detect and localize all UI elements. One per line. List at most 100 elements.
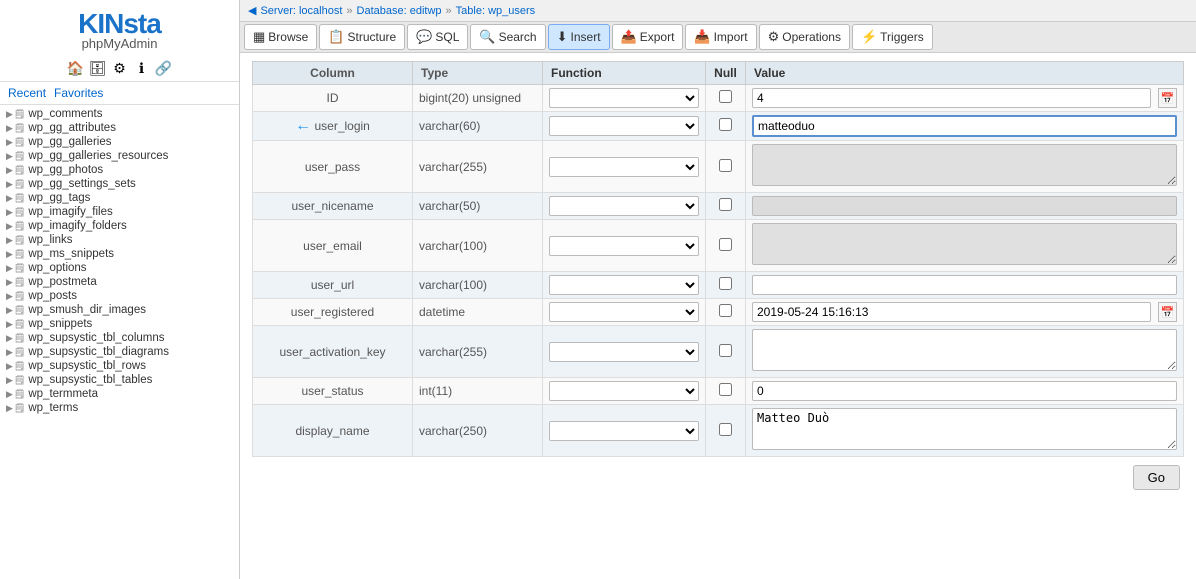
function-select[interactable] [549, 302, 699, 322]
export-button[interactable]: 📤 Export [612, 24, 684, 50]
cell-null[interactable] [706, 405, 746, 457]
null-checkbox[interactable] [719, 118, 732, 131]
sidebar-item[interactable]: ▶🗒wp_supsystic_tbl_diagrams [0, 345, 239, 359]
cell-null[interactable] [706, 299, 746, 326]
go-button[interactable]: Go [1133, 465, 1180, 490]
calendar-icon[interactable]: 📅 [1158, 88, 1177, 108]
value-textarea[interactable] [752, 329, 1177, 371]
sidebar-item[interactable]: ▶🗒wp_gg_galleries [0, 135, 239, 149]
breadcrumb-server[interactable]: Server: localhost [260, 5, 342, 17]
sidebar-item[interactable]: ▶🗒wp_imagify_files [0, 205, 239, 219]
cell-value[interactable] [746, 112, 1184, 141]
home-icon[interactable]: 🏠 [67, 59, 85, 77]
search-button[interactable]: 🔍 Search [470, 24, 545, 50]
cell-value[interactable] [746, 220, 1184, 272]
cell-value[interactable]: 📅 [746, 299, 1184, 326]
null-checkbox[interactable] [719, 277, 732, 290]
cell-null[interactable] [706, 272, 746, 299]
breadcrumb-table[interactable]: Table: wp_users [456, 5, 536, 17]
calendar-icon[interactable]: 📅 [1158, 302, 1177, 322]
function-select[interactable] [549, 157, 699, 177]
sidebar-item[interactable]: ▶🗒wp_posts [0, 289, 239, 303]
value-input[interactable] [752, 381, 1177, 401]
nav-back-icon[interactable]: ◀ [248, 4, 256, 17]
favorites-link[interactable]: Favorites [54, 86, 103, 100]
value-textarea[interactable] [752, 408, 1177, 450]
cell-value[interactable] [746, 193, 1184, 220]
null-checkbox[interactable] [719, 423, 732, 436]
value-input[interactable] [752, 196, 1177, 216]
cell-null[interactable] [706, 112, 746, 141]
cell-value[interactable] [746, 141, 1184, 193]
cell-null[interactable] [706, 193, 746, 220]
operations-button[interactable]: ⚙ Operations [759, 24, 850, 50]
cell-function[interactable] [543, 141, 706, 193]
sidebar-item[interactable]: ▶🗒wp_snippets [0, 317, 239, 331]
browse-button[interactable]: ▦ Browse [244, 24, 317, 50]
cell-value[interactable] [746, 378, 1184, 405]
null-checkbox[interactable] [719, 159, 732, 172]
null-checkbox[interactable] [719, 344, 732, 357]
sidebar-item[interactable]: ▶🗒wp_termmeta [0, 387, 239, 401]
cell-null[interactable] [706, 326, 746, 378]
cell-null[interactable] [706, 85, 746, 112]
structure-button[interactable]: 📋 Structure [319, 24, 405, 50]
cell-value[interactable]: 📅 [746, 85, 1184, 112]
import-button[interactable]: 📥 Import [685, 24, 756, 50]
link-icon[interactable]: 🔗 [155, 59, 173, 77]
function-select[interactable] [549, 342, 699, 362]
breadcrumb-database[interactable]: Database: editwp [357, 5, 442, 17]
null-checkbox[interactable] [719, 198, 732, 211]
db-icon[interactable]: 🗄 [89, 59, 107, 77]
function-select[interactable] [549, 381, 699, 401]
sidebar-item[interactable]: ▶🗒wp_options [0, 261, 239, 275]
function-select[interactable] [549, 116, 699, 136]
cell-function[interactable] [543, 272, 706, 299]
cell-value[interactable] [746, 326, 1184, 378]
cell-function[interactable] [543, 193, 706, 220]
cell-function[interactable] [543, 220, 706, 272]
value-input[interactable] [752, 115, 1177, 137]
triggers-button[interactable]: ⚡ Triggers [852, 24, 933, 50]
function-select[interactable] [549, 275, 699, 295]
sidebar-item[interactable]: ▶🗒wp_postmeta [0, 275, 239, 289]
null-checkbox[interactable] [719, 383, 732, 396]
cell-function[interactable] [543, 378, 706, 405]
sidebar-item[interactable]: ▶🗒wp_supsystic_tbl_rows [0, 359, 239, 373]
recent-link[interactable]: Recent [8, 86, 46, 100]
sidebar-item[interactable]: ▶🗒wp_gg_tags [0, 191, 239, 205]
null-checkbox[interactable] [719, 90, 732, 103]
null-checkbox[interactable] [719, 304, 732, 317]
cell-value[interactable] [746, 272, 1184, 299]
cell-null[interactable] [706, 220, 746, 272]
function-select[interactable] [549, 196, 699, 216]
cell-function[interactable] [543, 405, 706, 457]
cell-function[interactable] [543, 326, 706, 378]
sidebar-item[interactable]: ▶🗒wp_comments [0, 107, 239, 121]
sidebar-item[interactable]: ▶🗒wp_gg_settings_sets [0, 177, 239, 191]
sidebar-item[interactable]: ▶🗒wp_imagify_folders [0, 219, 239, 233]
sidebar-item[interactable]: ▶🗒wp_gg_photos [0, 163, 239, 177]
sidebar-item[interactable]: ▶🗒wp_supsystic_tbl_columns [0, 331, 239, 345]
cell-function[interactable] [543, 299, 706, 326]
sql-button[interactable]: 💬 SQL [407, 24, 468, 50]
value-input[interactable] [752, 275, 1177, 295]
value-textarea[interactable] [752, 144, 1177, 186]
value-input[interactable] [752, 302, 1151, 322]
insert-button[interactable]: ⬇ Insert [548, 24, 610, 50]
value-textarea[interactable] [752, 223, 1177, 265]
cell-function[interactable] [543, 85, 706, 112]
sidebar-item[interactable]: ▶🗒wp_links [0, 233, 239, 247]
cell-function[interactable] [543, 112, 706, 141]
function-select[interactable] [549, 421, 699, 441]
cell-value[interactable] [746, 405, 1184, 457]
function-select[interactable] [549, 88, 699, 108]
value-input[interactable] [752, 88, 1151, 108]
settings-icon[interactable]: ⚙ [111, 59, 129, 77]
sidebar-item[interactable]: ▶🗒wp_gg_attributes [0, 121, 239, 135]
cell-null[interactable] [706, 378, 746, 405]
sidebar-item[interactable]: ▶🗒wp_supsystic_tbl_tables [0, 373, 239, 387]
function-select[interactable] [549, 236, 699, 256]
null-checkbox[interactable] [719, 238, 732, 251]
cell-null[interactable] [706, 141, 746, 193]
